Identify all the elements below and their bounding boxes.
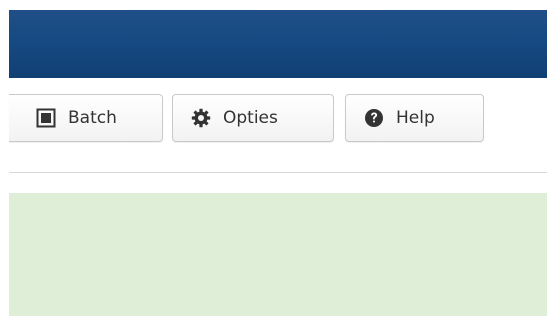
gear-icon	[191, 108, 211, 128]
opties-button[interactable]: Opties	[172, 94, 334, 142]
top-header-bar	[9, 10, 547, 78]
message-panel	[9, 193, 547, 316]
batch-icon	[36, 108, 56, 128]
help-icon	[364, 108, 384, 128]
help-button[interactable]: Help	[345, 94, 484, 142]
toolbar: Batch Opties Help	[9, 78, 547, 173]
batch-button[interactable]: Batch	[9, 94, 163, 142]
opties-button-label: Opties	[223, 108, 278, 128]
batch-button-label: Batch	[68, 108, 117, 128]
help-button-label: Help	[396, 108, 435, 128]
